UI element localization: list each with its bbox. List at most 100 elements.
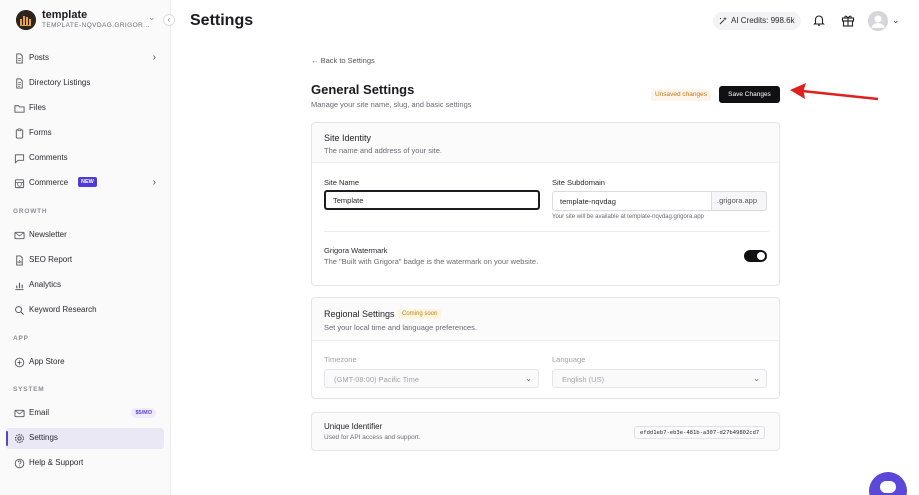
sidebar-item-label: Newsletter [29,230,67,239]
chat-widget-button[interactable] [869,472,907,495]
site-name-input[interactable] [324,190,540,210]
sidebar-item-label: Posts [29,53,50,62]
sidebar-item-seo-report[interactable]: SEO Report [6,250,164,271]
subdomain-suffix: .grigora.app [712,191,767,211]
sidebar-item-label: Keyword Research [29,305,97,314]
avatar[interactable] [868,11,888,31]
ai-credits-button[interactable]: AI Credits: 998.6k [713,12,801,30]
mail-icon [14,231,25,240]
sidebar-item-label: Comments [29,153,68,162]
watermark-toggle[interactable] [744,250,767,262]
sidebar-item-newsletter[interactable]: Newsletter [6,225,164,246]
subdomain-hint: Your site will be available at template-… [552,214,704,220]
ai-credits-label: AI Credits: 998.6k [731,16,795,25]
chevron-right-icon: › [152,177,156,188]
sidebar-item-commerce[interactable]: Commerce NEW › [6,173,164,194]
language-label: Language [552,355,586,364]
app-store-icon [14,357,25,368]
document-list-icon [16,78,23,89]
sidebar-item-label: Analytics [29,280,62,289]
watermark-description: The "Built with Grigora" badge is the wa… [324,257,539,266]
sidebar-item-files[interactable]: Files [6,98,164,119]
workspace-title: template [42,9,88,21]
sidebar-item-analytics[interactable]: Analytics [6,275,164,296]
unique-identifier-value[interactable]: efdd1eb7-eb3e-481b-a307-d27b49802cd7 [634,426,766,439]
timezone-select[interactable]: (GMT-08:00) Pacific Time ⌄ [324,369,539,388]
folder-icon [14,105,25,113]
sidebar-item-label: App Store [29,357,65,366]
chevron-down-icon[interactable]: ⌄ [892,15,900,26]
chevron-down-icon: ⌄ [753,374,760,383]
sidebar-item-label: SEO Report [29,255,73,264]
card-description: The name and address of your site. [324,146,442,155]
sidebar-item-posts[interactable]: Posts › [6,48,164,69]
sidebar-item-app-store[interactable]: App Store [6,352,164,373]
language-value: English (US) [562,375,605,384]
report-icon [16,255,23,266]
site-subdomain-label: Site Subdomain [552,178,605,187]
sidebar-item-settings[interactable]: Settings [6,428,164,449]
regional-settings-card: Regional Settings Coming soon Set your l… [311,297,780,399]
gear-icon [15,434,24,443]
coming-soon-badge: Coming soon [398,309,442,319]
workspace-subtitle: TEMPLATE-NQVDAG.GRIGOR... [42,22,150,29]
timezone-label: Timezone [324,355,357,364]
section-heading-system: SYSTEM [13,386,45,393]
save-changes-button[interactable]: Save Changes [719,86,780,103]
workspace-switcher[interactable]: template TEMPLATE-NQVDAG.GRIGOR... ⌄ [14,8,164,34]
card-title: Regional Settings [324,309,395,319]
storefront-icon [14,179,25,189]
annotation-arrow [790,83,879,101]
sidebar-item-keyword-research[interactable]: Keyword Research [6,300,164,321]
card-description: Used for API access and support. [324,434,421,441]
section-heading-app: APP [13,335,29,342]
toggle-knob [757,252,765,260]
back-to-settings-link[interactable]: ← Back to Settings [311,56,375,65]
sparkle-icon [719,17,727,25]
sidebar-item-label: Files [29,103,46,112]
sidebar-item-forms[interactable]: Forms [6,123,164,144]
chevron-right-icon: › [152,52,156,63]
card-header: Site Identity The name and address of yo… [312,123,779,163]
sidebar-item-label: Directory Listings [29,78,91,87]
workspace-logo [16,10,36,30]
sidebar-item-comments[interactable]: Comments [6,148,164,169]
document-icon [16,53,23,64]
chevron-down-icon: ⌄ [148,12,156,22]
site-name-label: Site Name [324,178,360,187]
sidebar-item-label: Email [29,408,50,417]
chevron-down-icon: ⌄ [525,374,532,383]
section-heading-growth: GROWTH [13,208,48,215]
bell-icon[interactable] [812,13,826,27]
unique-identifier-card: Unique Identifier Used for API access an… [311,412,780,451]
site-identity-card: Site Identity The name and address of yo… [311,122,780,286]
page-title: Settings [190,12,254,29]
clipboard-icon [15,128,24,139]
timezone-value: (GMT-08:00) Pacific Time [334,375,420,384]
sidebar-item-help-support[interactable]: Help & Support [6,453,164,474]
site-subdomain-input[interactable] [552,191,712,211]
sidebar-item-label: Forms [29,128,52,137]
gift-icon[interactable] [841,13,855,27]
watermark-label: Grigora Watermark [324,246,388,255]
card-title: Unique Identifier [324,422,383,431]
sidebar-item-label: Settings [29,433,58,442]
card-header: Regional Settings Coming soon Set your l… [312,298,779,341]
card-description: Set your local time and language prefere… [324,323,478,332]
price-badge: $5/MO [131,408,156,418]
language-select[interactable]: English (US) ⌄ [552,369,767,388]
mail-icon [14,409,25,418]
divider [324,231,769,232]
chat-bubble-icon [14,154,25,164]
unsaved-changes-badge: Unsaved changes [651,89,711,101]
collapse-sidebar-button[interactable]: ‹ [163,14,175,26]
card-title: Site Identity [324,133,372,143]
help-circle-icon [14,458,25,469]
section-title: General Settings [311,82,415,97]
sidebar-item-label: Commerce [29,178,69,187]
new-badge: NEW [78,177,97,187]
sidebar-item-email[interactable]: Email $5/MO [6,403,164,424]
sidebar-item-directory-listings[interactable]: Directory Listings [6,73,164,94]
chat-icon [880,481,896,493]
search-icon [15,306,24,315]
